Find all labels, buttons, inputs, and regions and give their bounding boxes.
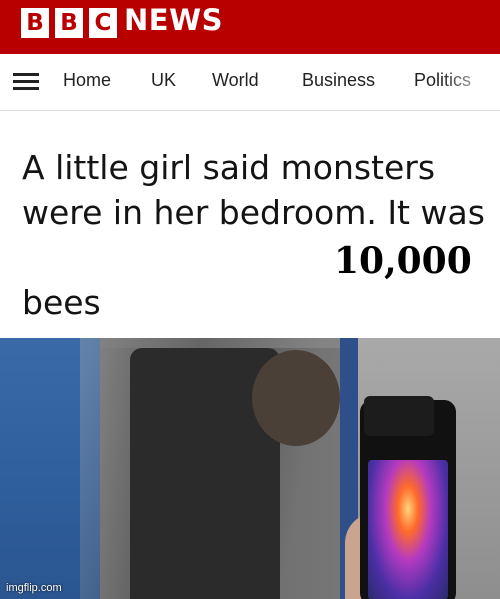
nav-item-home[interactable]: Home	[63, 70, 111, 91]
bbc-logo-letter: B	[21, 8, 49, 38]
article-header: A little girl said monsters were in her …	[0, 111, 500, 338]
bbc-news-header[interactable]: B B C NEWS	[0, 0, 500, 54]
photo-thermal-phone	[360, 396, 456, 599]
article-photo: imgflip.com	[0, 338, 500, 599]
bbc-logo-letter: C	[89, 8, 117, 38]
nav-fade	[440, 54, 500, 110]
overlay-number-text: 10,000	[330, 239, 476, 283]
bbc-logo-letter: B	[55, 8, 83, 38]
main-navigation: Home UK World Business Politics	[0, 54, 500, 111]
nav-item-business[interactable]: Business	[302, 70, 375, 91]
article-headline-end: bees	[22, 283, 101, 322]
hamburger-menu-icon[interactable]	[13, 73, 39, 90]
nav-item-uk[interactable]: UK	[151, 70, 176, 91]
photo-honeycomb	[252, 350, 340, 446]
nav-item-world[interactable]: World	[212, 70, 259, 91]
phone-camera-module	[364, 396, 434, 436]
news-wordmark: NEWS	[124, 3, 223, 37]
imgflip-watermark: imgflip.com	[6, 582, 62, 594]
article-headline: A little girl said monsters were in her …	[22, 148, 485, 232]
thermal-image-screen	[368, 460, 448, 599]
